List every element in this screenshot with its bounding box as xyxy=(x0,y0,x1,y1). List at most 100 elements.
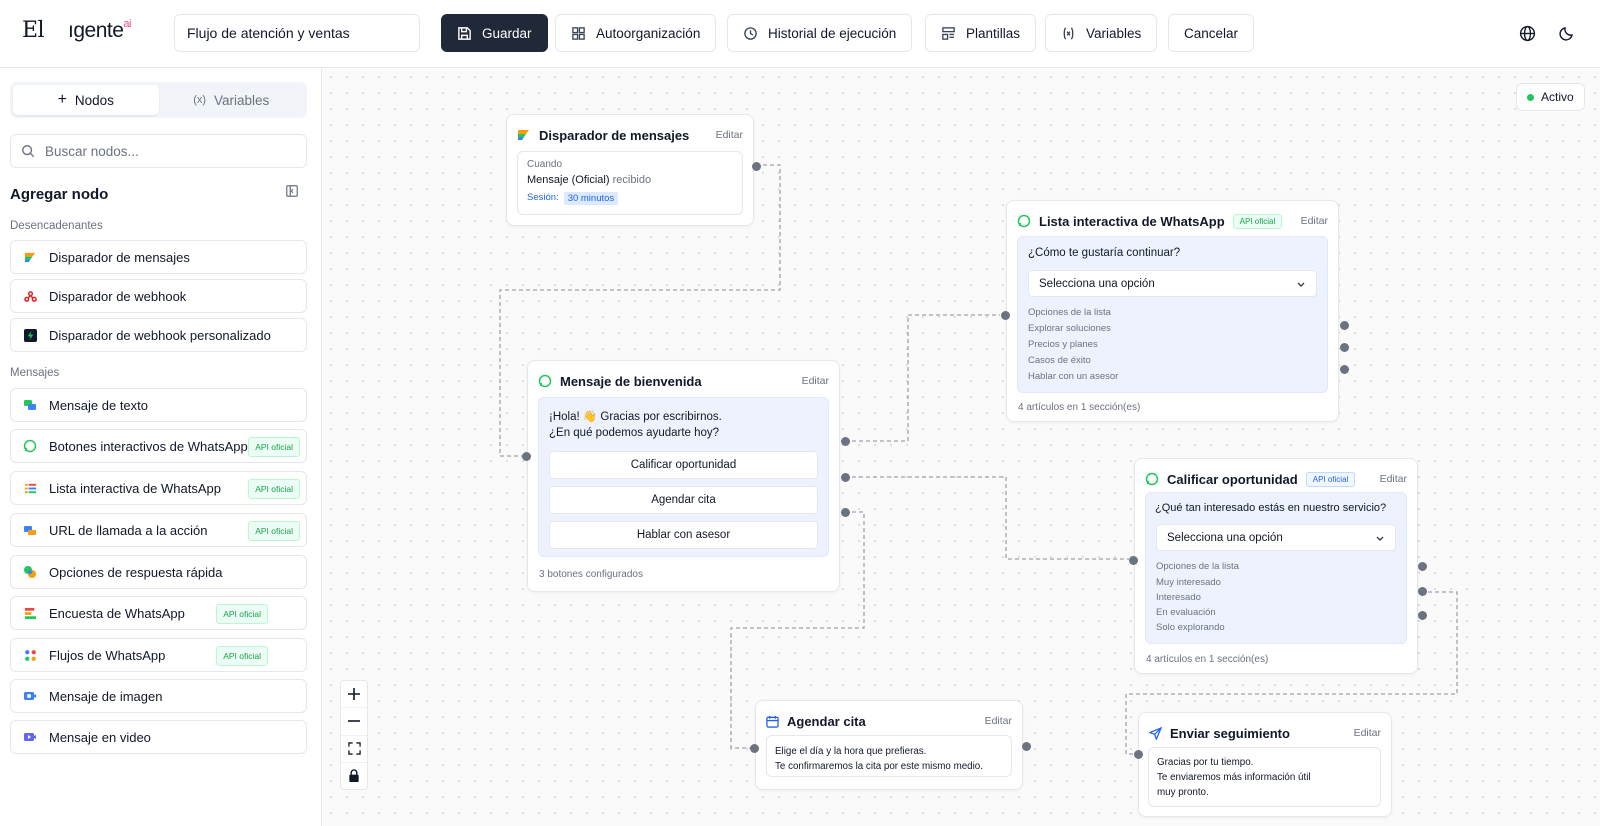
edit-link[interactable]: Editar xyxy=(1380,473,1407,485)
list-select[interactable]: Selecciona una opción xyxy=(1028,270,1317,297)
sidebar-item-label: Lista interactiva de WhatsApp xyxy=(49,480,221,496)
api-badge: API oficial xyxy=(248,521,300,541)
sidebar-item-label: Mensaje de imagen xyxy=(49,688,163,704)
autoorganize-button[interactable]: Autoorganización xyxy=(555,14,717,52)
sidebar-item-label: Mensaje en video xyxy=(49,729,151,745)
tab-variables-label: Variables xyxy=(214,92,270,108)
bolt-icon xyxy=(23,328,37,342)
welcome-line-2: ¿En qué podemos ayudarte hoy? xyxy=(549,427,720,439)
sidebar-item-quick-reply[interactable]: Opciones de respuesta rápida xyxy=(10,555,307,589)
sidebar-item-webhook-trigger[interactable]: Disparador de webhook xyxy=(10,279,307,313)
output-handle[interactable] xyxy=(752,162,761,171)
search-input[interactable] xyxy=(45,143,296,159)
zoom-in-button[interactable] xyxy=(341,681,367,709)
node-qualify-opportunity[interactable]: Calificar oportunidad API oficial Editar… xyxy=(1129,458,1427,674)
edit-link[interactable]: Editar xyxy=(802,375,829,387)
tab-nodes[interactable]: + Nodos xyxy=(13,85,159,115)
sidebar-item-label: Encuesta de WhatsApp xyxy=(49,605,185,621)
api-badge: API oficial xyxy=(1232,213,1283,229)
appointment-text: Elige el día y la hora que prefieras. Te… xyxy=(775,744,983,774)
chevron-down-icon xyxy=(1376,536,1384,541)
output-handle[interactable] xyxy=(1418,611,1427,620)
reply-button-advisor[interactable]: Hablar con asesor xyxy=(549,521,818,549)
node-whatsapp-list[interactable]: Lista interactiva de WhatsApp API oficia… xyxy=(1001,200,1349,422)
node-message-trigger[interactable]: Disparador de mensajes Editar Cuando Men… xyxy=(506,114,761,226)
logo-left: El xyxy=(22,18,45,43)
edit-link[interactable]: Editar xyxy=(716,129,743,141)
templates-button[interactable]: Plantillas xyxy=(925,14,1037,52)
tab-variables[interactable]: (x) Variables xyxy=(159,85,305,115)
sidebar-item-video-message[interactable]: Mensaje en video xyxy=(10,720,307,754)
input-handle[interactable] xyxy=(1129,556,1138,565)
output-handle[interactable] xyxy=(1022,742,1031,751)
sidebar-item-image-message[interactable]: Mensaje de imagen xyxy=(10,679,307,713)
session-label: Sesión: xyxy=(527,192,559,203)
node-title: Enviar seguimiento xyxy=(1170,725,1290,741)
node-title: Disparador de mensajes xyxy=(539,127,690,143)
qualify-select[interactable]: Selecciona una opción xyxy=(1156,524,1396,551)
reply-button-appointment[interactable]: Agendar cita xyxy=(549,486,818,514)
tab-nodes-label: Nodos xyxy=(74,92,114,108)
sidebar-item-custom-webhook-trigger[interactable]: Disparador de webhook personalizado xyxy=(10,318,307,352)
node-followup[interactable]: Enviar seguimiento Editar Gracias por tu… xyxy=(1134,712,1392,817)
output-handle[interactable] xyxy=(1340,343,1349,352)
sidebar-item-whatsapp-buttons[interactable]: Botones interactivos de WhatsApp API ofi… xyxy=(10,429,307,463)
sidebar-item-whatsapp-flows[interactable]: Flujos de WhatsApp API oficial xyxy=(10,638,307,672)
add-node-title: Agregar nodo xyxy=(10,186,109,203)
list-icon xyxy=(23,481,37,495)
collapse-panel-icon[interactable] xyxy=(285,184,299,203)
node-title: Mensaje de bienvenida xyxy=(560,373,702,389)
save-button[interactable]: Guardar xyxy=(441,14,548,52)
zoom-out-button[interactable] xyxy=(341,708,367,736)
input-handle[interactable] xyxy=(1134,750,1143,759)
flow-name-input[interactable] xyxy=(174,14,420,52)
output-handle-appointment[interactable] xyxy=(841,473,850,482)
sidebar-item-label: Disparador de mensajes xyxy=(49,249,190,265)
list-question: ¿Cómo te gustaría continuar? xyxy=(1028,247,1181,259)
moon-icon xyxy=(1559,27,1573,41)
input-handle[interactable] xyxy=(1001,311,1010,320)
template-icon xyxy=(942,26,955,40)
welcome-body: ¡Hola! 👋 Gracias por escribirnos. ¿En qu… xyxy=(538,397,829,557)
clock-icon xyxy=(744,26,757,40)
cancel-button[interactable]: Cancelar xyxy=(1168,14,1255,52)
output-handle-qualify[interactable] xyxy=(841,437,850,446)
fit-view-button[interactable] xyxy=(341,736,367,763)
edit-link[interactable]: Editar xyxy=(1301,215,1328,227)
variables-button[interactable]: Variables xyxy=(1045,14,1158,52)
node-appointment[interactable]: Agendar cita Editar Elige el día y la ho… xyxy=(750,700,1031,790)
sidebar-tabs: + Nodos (x) Variables xyxy=(10,82,307,118)
lock-button[interactable] xyxy=(341,763,367,789)
theme-toggle-button[interactable] xyxy=(1556,22,1578,44)
edit-link[interactable]: Editar xyxy=(1354,727,1381,739)
sidebar-item-message-trigger[interactable]: Disparador de mensajes xyxy=(10,240,307,274)
edit-link[interactable]: Editar xyxy=(985,715,1012,727)
lock-icon xyxy=(349,769,359,783)
history-button[interactable]: Historial de ejecución xyxy=(727,14,913,52)
output-handle[interactable] xyxy=(1418,562,1427,571)
reply-button-qualify[interactable]: Calificar oportunidad xyxy=(549,451,818,479)
followup-line-2: Te enviaremos más información útil xyxy=(1157,772,1311,783)
sidebar-item-cta-url[interactable]: URL de llamada a la acción API oficial xyxy=(10,513,307,547)
api-badge: API oficial xyxy=(216,604,268,624)
node-welcome-message[interactable]: Mensaje de bienvenida Editar ¡Hola! 👋 Gr… xyxy=(522,360,850,592)
sidebar-item-whatsapp-poll[interactable]: Encuesta de WhatsApp API oficial xyxy=(10,596,307,630)
language-button[interactable] xyxy=(1516,22,1538,44)
output-handle[interactable] xyxy=(1340,365,1349,374)
output-handle[interactable] xyxy=(1340,321,1349,330)
trigger-condition: Mensaje (Oficial) recibido xyxy=(527,174,651,186)
sidebar-item-text-message[interactable]: Mensaje de texto xyxy=(10,388,307,422)
input-handle[interactable] xyxy=(522,452,531,461)
sidebar: + Nodos (x) Variables Agregar nodo Desen… xyxy=(0,68,322,826)
input-handle[interactable] xyxy=(750,744,759,753)
sidebar-item-whatsapp-list[interactable]: Lista interactiva de WhatsApp API oficia… xyxy=(10,471,307,505)
cancel-label: Cancelar xyxy=(1184,25,1239,41)
quick-reply-icon xyxy=(23,565,37,579)
sidebar-item-label: Disparador de webhook personalizado xyxy=(49,327,271,343)
chat-icon xyxy=(23,398,37,412)
output-handle-advisor[interactable] xyxy=(841,508,850,517)
output-handle[interactable] xyxy=(1418,587,1427,596)
list-option: Muy interesado xyxy=(1156,577,1221,588)
node-header: Agendar cita Editar xyxy=(766,711,1012,731)
flows-icon xyxy=(23,648,37,662)
